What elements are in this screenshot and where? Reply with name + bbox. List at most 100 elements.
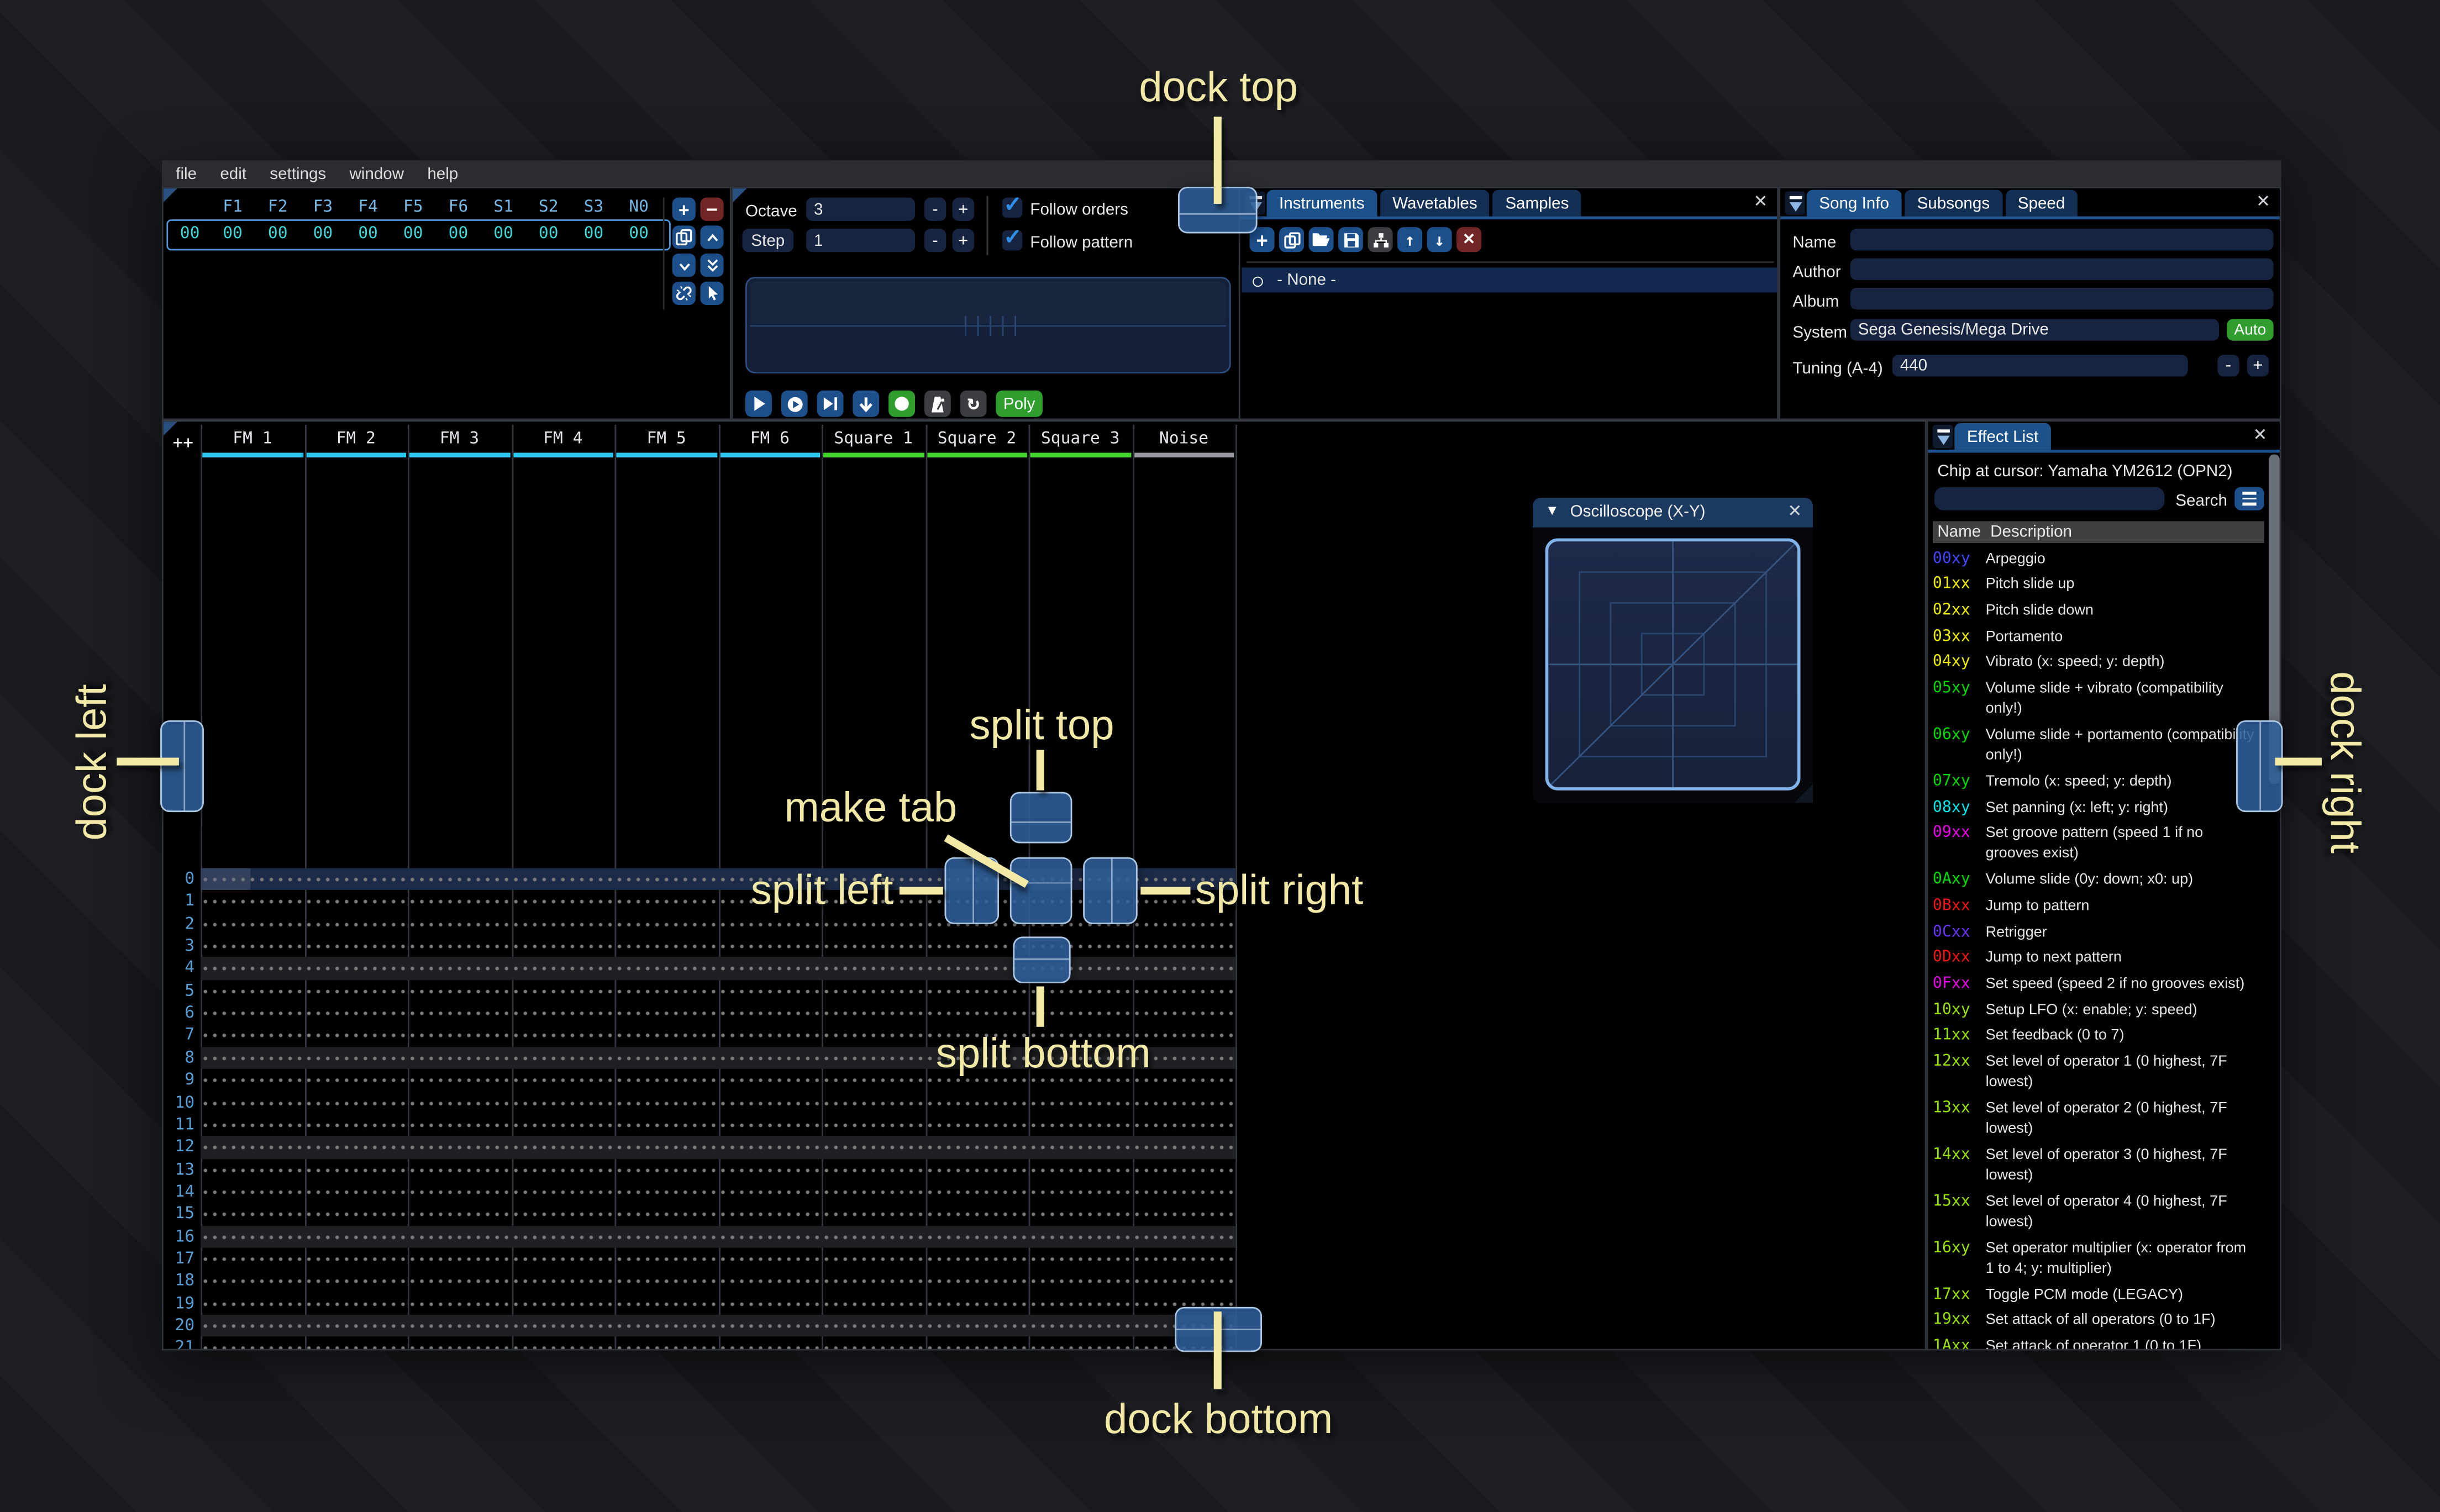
- channel-header-noise[interactable]: Noise: [1132, 429, 1235, 462]
- dock-target-left[interactable]: [160, 720, 204, 813]
- instrument-tree-toggle-button[interactable]: [1368, 227, 1393, 252]
- step-plus-button[interactable]: +: [952, 229, 975, 252]
- orders-cell[interactable]: 00: [391, 224, 436, 243]
- oscilloscope-close-icon[interactable]: ✕: [1787, 501, 1802, 523]
- orders-cell[interactable]: 00: [210, 224, 255, 243]
- step-minus-button[interactable]: -: [924, 229, 946, 252]
- order-duplicate-button[interactable]: [672, 225, 696, 249]
- pattern-row[interactable]: [201, 1114, 1236, 1136]
- effect-row[interactable]: 17xx Toggle PCM mode (LEGACY): [1933, 1282, 2266, 1308]
- effect-row[interactable]: 00xy Arpeggio: [1933, 546, 2266, 572]
- effect-row[interactable]: 11xx Set feedback (0 to 7): [1933, 1024, 2266, 1050]
- effect-search-input[interactable]: [1934, 487, 2165, 510]
- instrument-move-up-button[interactable]: ↑: [1397, 227, 1423, 252]
- channel-header-square-1[interactable]: Square 1: [822, 429, 925, 462]
- pattern-row[interactable]: [201, 1247, 1236, 1270]
- instrument-move-down-button[interactable]: ↓: [1427, 227, 1452, 252]
- effect-list-close-icon[interactable]: ✕: [2253, 425, 2267, 446]
- octave-minus-button[interactable]: -: [924, 197, 946, 221]
- channel-header-square-3[interactable]: Square 3: [1029, 429, 1132, 462]
- tab-effect-list[interactable]: Effect List: [1954, 423, 2051, 450]
- system-input[interactable]: Sega Genesis/Mega Drive: [1850, 319, 2220, 341]
- menu-item-edit[interactable]: edit: [220, 164, 246, 183]
- order-duplicate-end-button[interactable]: [700, 254, 724, 277]
- tab-wavetables[interactable]: Wavetables: [1380, 189, 1490, 217]
- tab-instruments[interactable]: Instruments: [1266, 189, 1377, 217]
- split-target-right[interactable]: [1083, 857, 1138, 924]
- split-target-bottom[interactable]: [1013, 936, 1071, 983]
- step-input[interactable]: 1: [806, 229, 916, 252]
- pattern-row[interactable]: [201, 1269, 1236, 1293]
- effect-list-menu-button[interactable]: [2234, 487, 2264, 510]
- name-input[interactable]: [1850, 229, 2274, 251]
- tab-song-info[interactable]: Song Info: [1806, 189, 1902, 217]
- effect-row[interactable]: 05xy Volume slide + vibrato (compatibilit…: [1933, 676, 2266, 723]
- split-target-top[interactable]: [1009, 792, 1072, 844]
- instruments-close-icon[interactable]: ✕: [1753, 191, 1768, 213]
- effect-row[interactable]: 04xy Vibrato (x: speed; y: depth): [1933, 650, 2266, 676]
- octave-input[interactable]: 3: [806, 197, 916, 221]
- effect-row[interactable]: 0Cxx Retrigger: [1933, 920, 2266, 946]
- pattern-row[interactable]: [201, 1091, 1236, 1114]
- order-edit-mode-button[interactable]: [700, 281, 724, 305]
- pattern-row[interactable]: [201, 1203, 1236, 1226]
- channel-header-fm-3[interactable]: FM 3: [408, 429, 511, 462]
- window-nav-icon[interactable]: [1785, 191, 1805, 215]
- effect-row[interactable]: 02xx Pitch slide down: [1933, 598, 2266, 624]
- resize-grip-icon[interactable]: [1794, 784, 1813, 803]
- channel-header-square-2[interactable]: Square 2: [925, 429, 1028, 462]
- orders-cell[interactable]: 00: [436, 224, 481, 243]
- oscilloscope-titlebar[interactable]: ▼ Oscilloscope (X-Y) ✕: [1533, 498, 1813, 528]
- make-tab-target[interactable]: [1009, 857, 1072, 924]
- effect-row[interactable]: 12xx Set level of operator 1 (0 highest, …: [1933, 1050, 2266, 1096]
- pattern-row[interactable]: [201, 1314, 1236, 1337]
- effect-row[interactable]: 16xy Set operator multiplier (x: operator…: [1933, 1236, 2266, 1282]
- instrument-save-button[interactable]: [1338, 227, 1364, 252]
- follow-pattern-checkbox[interactable]: ✓: [1002, 224, 1023, 251]
- add-channel-button[interactable]: ++: [173, 433, 193, 453]
- play-pattern-button[interactable]: [781, 390, 808, 417]
- record-button[interactable]: [888, 390, 916, 417]
- instrument-duplicate-button[interactable]: [1279, 227, 1305, 252]
- order-deep-clone-button[interactable]: [672, 281, 696, 305]
- orders-cell[interactable]: 00: [481, 224, 526, 243]
- order-add-button[interactable]: +: [672, 197, 696, 221]
- tab-subsongs[interactable]: Subsongs: [1905, 189, 2002, 217]
- pattern-row[interactable]: [201, 913, 1236, 935]
- pattern-row[interactable]: [201, 1158, 1236, 1181]
- piano-panel[interactable]: [745, 277, 1231, 373]
- effect-row[interactable]: 15xx Set level of operator 4 (0 highest, …: [1933, 1189, 2266, 1235]
- effect-row[interactable]: 03xx Portamento: [1933, 624, 2266, 650]
- channel-header-fm-5[interactable]: FM 5: [614, 429, 718, 462]
- orders-cell[interactable]: 00: [255, 224, 301, 243]
- orders-cell[interactable]: 00: [526, 224, 571, 243]
- dock-target-right[interactable]: [2236, 720, 2283, 813]
- effect-row[interactable]: 13xx Set level of operator 2 (0 highest, …: [1933, 1096, 2266, 1142]
- menu-item-help[interactable]: help: [427, 164, 458, 183]
- order-remove-button[interactable]: −: [700, 197, 724, 221]
- menu-item-file[interactable]: file: [176, 164, 197, 183]
- pattern-row[interactable]: [201, 890, 1236, 913]
- order-move-up-button[interactable]: [700, 225, 724, 249]
- effect-row[interactable]: 0Axy Volume slide (0y: down; x0: up): [1933, 868, 2266, 894]
- order-move-down-button[interactable]: [672, 254, 696, 277]
- pattern-row[interactable]: [201, 1136, 1236, 1158]
- orders-cell[interactable]: 00: [571, 224, 617, 243]
- pattern-row[interactable]: [201, 935, 1236, 958]
- repeat-button[interactable]: ↻: [960, 390, 987, 417]
- orders-cell[interactable]: 00: [301, 224, 346, 243]
- collapse-icon[interactable]: ▼: [1545, 503, 1559, 518]
- pattern-row[interactable]: [201, 1337, 1236, 1349]
- instrument-delete-button[interactable]: ✕: [1456, 227, 1482, 252]
- effect-row[interactable]: 0Bxx Jump to pattern: [1933, 894, 2266, 920]
- tab-speed[interactable]: Speed: [2005, 189, 2078, 217]
- effect-row[interactable]: 01xx Pitch slide up: [1933, 572, 2266, 598]
- tab-samples[interactable]: Samples: [1492, 189, 1581, 217]
- play-button[interactable]: [745, 390, 772, 417]
- effect-row[interactable]: 06xy Volume slide + portamento (compatibi…: [1933, 723, 2266, 769]
- pattern-row[interactable]: [201, 957, 1236, 980]
- effect-row[interactable]: 10xy Setup LFO (x: enable; y: speed): [1933, 998, 2266, 1024]
- pattern-row[interactable]: [201, 868, 1236, 891]
- pattern-row[interactable]: [201, 979, 1236, 1002]
- effect-row[interactable]: 14xx Set level of operator 3 (0 highest, …: [1933, 1142, 2266, 1189]
